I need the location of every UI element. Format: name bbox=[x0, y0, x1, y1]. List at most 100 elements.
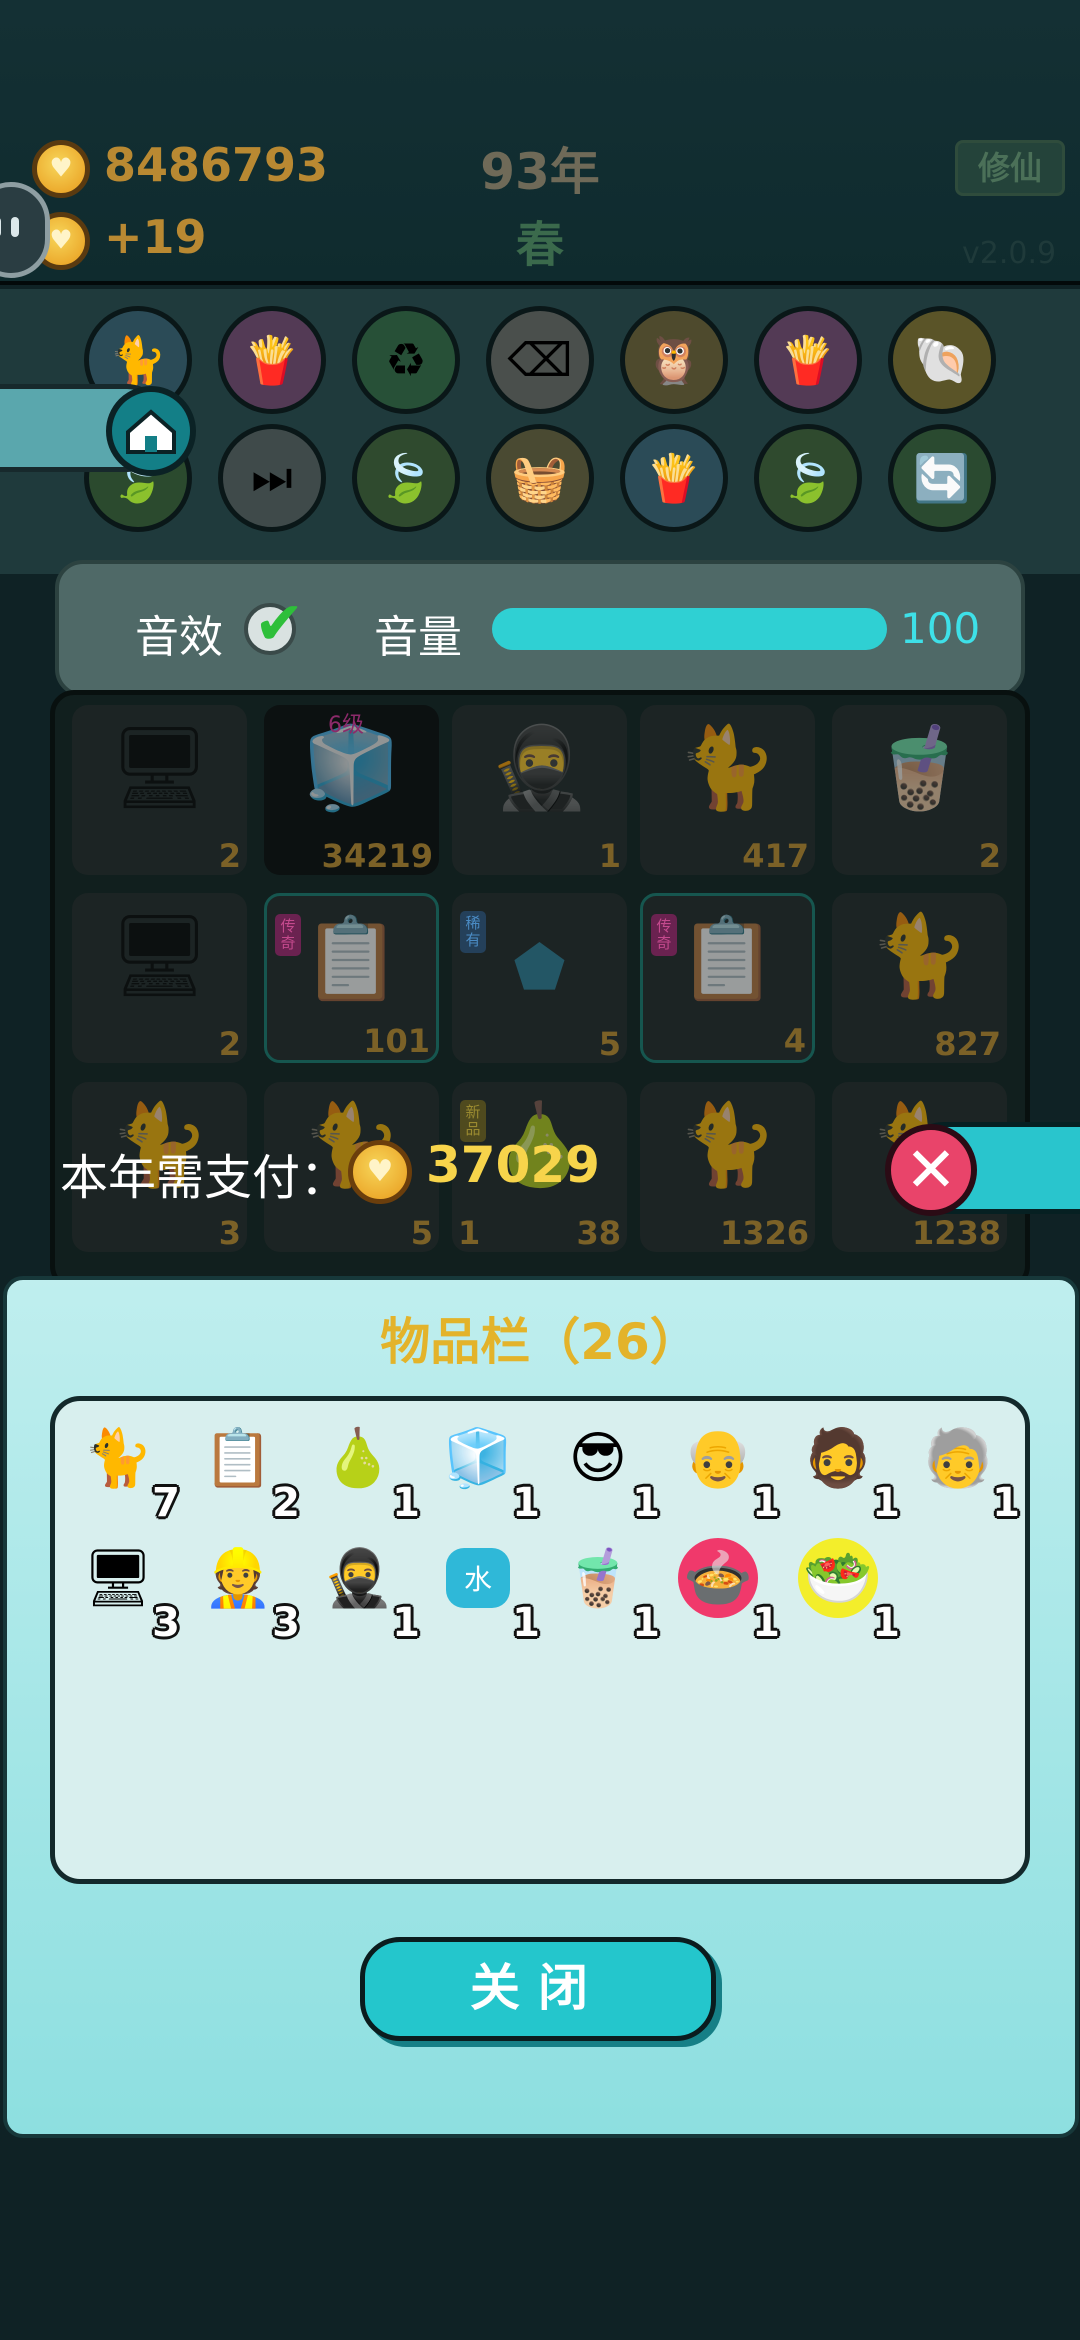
cell-count: 1 bbox=[458, 1214, 481, 1252]
cell-count: 3 bbox=[218, 1214, 241, 1252]
volume-label: 音量 bbox=[374, 612, 462, 663]
item-count: 1 bbox=[632, 1600, 660, 1646]
circle-item[interactable]: 🍃 bbox=[352, 424, 460, 532]
circle-item[interactable]: 🧺 bbox=[486, 424, 594, 532]
refresh-icon: 🔄 bbox=[913, 450, 971, 505]
item-count: 1 bbox=[872, 1480, 900, 1526]
circle-item[interactable]: 🦉 bbox=[620, 306, 728, 414]
bubble-tea-icon: 🧋 bbox=[563, 1546, 633, 1611]
inventory-item[interactable]: 📋 2 bbox=[190, 1416, 300, 1526]
coin-total: 8486793 bbox=[104, 138, 329, 192]
grid-cell[interactable]: 🐈 1326 bbox=[640, 1082, 815, 1252]
thief-icon: 🥷 bbox=[489, 721, 590, 814]
grid-cell[interactable]: 🖥 2 bbox=[72, 893, 247, 1063]
bubble-tea-icon: 🧋 bbox=[869, 721, 970, 814]
item-count: 1 bbox=[752, 1480, 780, 1526]
grid-cell[interactable]: 传奇 📋 4 bbox=[640, 893, 815, 1063]
circle-item[interactable]: 🍟 bbox=[754, 306, 862, 414]
inventory-item[interactable]: 水1 bbox=[430, 1536, 540, 1646]
grid-cell[interactable]: 🥷 1 bbox=[452, 705, 627, 875]
fruit-basket-icon: 🧺 bbox=[511, 450, 569, 505]
circle-item[interactable]: ♻ bbox=[352, 306, 460, 414]
copy-paste-card-icon: 📋 bbox=[203, 1426, 273, 1491]
volume-value: 100 bbox=[900, 604, 981, 653]
item-count: 1 bbox=[872, 1600, 900, 1646]
item-count: 1 bbox=[392, 1600, 420, 1646]
inventory-item[interactable]: 🍲 1 bbox=[670, 1536, 780, 1646]
item-count: 1 bbox=[632, 1480, 660, 1526]
year-label: 93年 bbox=[480, 143, 600, 201]
close-icon: ✕ bbox=[905, 1133, 957, 1206]
grid-cell[interactable]: 🖥 2 bbox=[72, 705, 247, 875]
inventory-item[interactable]: 🥗 1 bbox=[790, 1536, 900, 1646]
pomelo-icon: 🍐 bbox=[323, 1426, 393, 1491]
item-count: 1 bbox=[392, 1480, 420, 1526]
sound-effect-label: 音效 bbox=[135, 612, 223, 663]
cell-count: 2 bbox=[218, 1025, 241, 1063]
item-count: 3 bbox=[152, 1600, 180, 1646]
cultivate-button[interactable]: 修仙 bbox=[955, 140, 1065, 196]
inventory-item[interactable]: 👴 1 bbox=[670, 1416, 780, 1526]
close-panel-button[interactable]: ✕ bbox=[885, 1124, 977, 1216]
circle-item[interactable]: 🍟 bbox=[218, 306, 326, 414]
grid-cell[interactable]: 🐈 417 bbox=[640, 705, 815, 875]
grid-cell[interactable]: 传奇 📋 101 bbox=[264, 893, 439, 1063]
item-count: 2 bbox=[272, 1480, 300, 1526]
annual-payment-label: 本年需支付： bbox=[60, 1150, 349, 1206]
coin-icon: ♥ bbox=[348, 1140, 412, 1204]
water-gem-icon: 水 bbox=[446, 1548, 510, 1608]
grid-cell[interactable]: 🧊 34219 6级 bbox=[264, 705, 439, 875]
cat-icon: 🐈 bbox=[677, 1098, 778, 1191]
leaf-icon: 🍃 bbox=[779, 450, 837, 505]
circle-item[interactable]: 🔄 bbox=[888, 424, 996, 532]
cell-count: 5 bbox=[410, 1214, 433, 1252]
fridge-icon: 🧊 bbox=[443, 1426, 513, 1491]
yellow-bowl-icon: 🥗 bbox=[798, 1538, 878, 1618]
inventory-item[interactable]: 🥷 1 bbox=[310, 1536, 420, 1646]
coin-icon: ♥ bbox=[32, 140, 90, 198]
close-button-label: 关闭 bbox=[470, 1959, 606, 2017]
inventory-item[interactable]: 🧊 1 bbox=[430, 1416, 540, 1526]
circle-item[interactable]: ⏭ bbox=[218, 424, 326, 532]
income-value: +19 bbox=[104, 210, 207, 264]
fries-icon: 🍟 bbox=[779, 332, 837, 387]
bottom-background bbox=[0, 2140, 1080, 2340]
circle-item[interactable]: ⌫ bbox=[486, 306, 594, 414]
checkmark-icon: ✔ bbox=[254, 589, 305, 659]
inventory-item[interactable]: 😎 1 bbox=[550, 1416, 660, 1527]
cell-count: 827 bbox=[934, 1025, 1001, 1063]
item-count: 1 bbox=[752, 1600, 780, 1646]
inventory-item[interactable]: 🐈 7 bbox=[70, 1416, 180, 1526]
inventory-title: 物品栏（26） bbox=[380, 1313, 700, 1371]
inventory-item[interactable]: 🧋 1 bbox=[550, 1536, 660, 1646]
water-gem-icon: ⬟ bbox=[513, 933, 566, 1003]
inventory-item[interactable]: 🧓 1 bbox=[910, 1416, 1020, 1526]
inventory-item[interactable]: 👷 3 bbox=[190, 1536, 300, 1646]
cell-count: 4 bbox=[783, 1022, 806, 1060]
sunglasses-man-icon: 😎 bbox=[568, 1425, 628, 1491]
circle-item[interactable]: 🍃 bbox=[754, 424, 862, 532]
cat-icon: 🐈 bbox=[83, 1426, 153, 1491]
close-button[interactable]: 关闭 bbox=[360, 1937, 716, 2041]
item-count: 1 bbox=[512, 1480, 540, 1526]
volume-slider[interactable] bbox=[492, 608, 887, 650]
inventory-item[interactable]: 🍐 1 bbox=[310, 1416, 420, 1526]
cell-count: 1 bbox=[598, 837, 621, 875]
home-button[interactable] bbox=[106, 386, 196, 476]
cell-count: 2 bbox=[978, 837, 1001, 875]
circle-item[interactable]: 🐚 bbox=[888, 306, 996, 414]
cell-count: 38 bbox=[576, 1214, 621, 1252]
circle-item[interactable]: 🍟 bbox=[620, 424, 728, 532]
copy-paste-card-icon: 📋 bbox=[677, 912, 778, 1005]
skip-icon: ⏭ bbox=[251, 450, 293, 504]
sound-effect-checkbox[interactable]: ✔ bbox=[244, 589, 304, 659]
grid-cell[interactable]: 🧋 2 bbox=[832, 705, 1007, 875]
old-man-glasses-icon: 👴 bbox=[683, 1426, 753, 1491]
grid-cell[interactable]: 🐈 827 bbox=[832, 893, 1007, 1063]
bucket-hat-man-icon: 🧔 bbox=[803, 1426, 873, 1491]
inventory-item[interactable]: 🖥 3 bbox=[70, 1536, 180, 1646]
item-count: 1 bbox=[992, 1480, 1020, 1526]
inventory-item[interactable]: 🧔 1 bbox=[790, 1416, 900, 1526]
grid-cell[interactable]: 稀有 ⬟ 5 bbox=[452, 893, 627, 1063]
level-badge: 6级 bbox=[328, 713, 364, 738]
